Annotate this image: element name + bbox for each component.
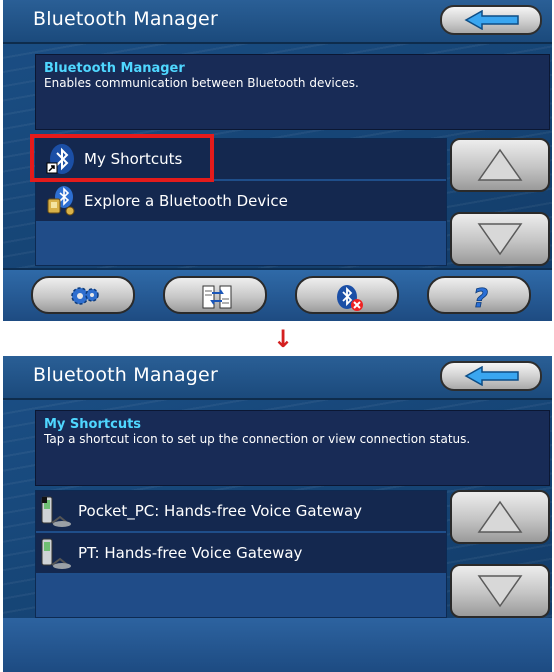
back-button[interactable] [440,361,542,391]
window-title: Bluetooth Manager [33,8,218,30]
description-heading: Bluetooth Manager [44,61,185,76]
window-title: Bluetooth Manager [33,364,218,386]
bluetooth-manager-screen: Bluetooth Manager Bluetooth Manager Enab… [3,0,552,321]
title-bar: Bluetooth Manager [3,0,552,44]
transition-arrow: ↓ [273,325,294,353]
explore-device-icon [46,185,76,221]
bluetooth-off-button[interactable] [295,276,399,314]
transfer-icon [202,285,232,309]
bluetooth-shortcut-icon [46,143,76,179]
bottom-toolbar: ? [3,268,552,321]
shortcut-label: PT: Hands-free Voice Gateway [78,544,303,562]
shortcut-list: Pocket_PC: Hands-free Voice Gateway PT: … [35,490,447,618]
pda-connection-icon [40,495,74,533]
bottom-toolbar [3,618,552,672]
scroll-down-button[interactable] [450,564,550,618]
list-item-explore-device[interactable]: Explore a Bluetooth Device [36,181,446,223]
shortcut-item-pocket-pc[interactable]: Pocket_PC: Hands-free Voice Gateway [36,491,446,533]
back-arrow-icon [464,10,519,30]
shortcut-item-pt[interactable]: PT: Hands-free Voice Gateway [36,533,446,575]
phone-connection-icon [40,537,74,575]
back-arrow-icon [464,366,519,386]
description-panel: Bluetooth Manager Enables communication … [35,54,550,130]
triangle-down-icon [477,223,523,256]
list-item-label: Explore a Bluetooth Device [84,192,288,210]
transfer-button[interactable] [163,276,267,314]
triangle-up-icon [477,500,523,533]
scroll-up-button[interactable] [450,138,550,192]
settings-button[interactable] [31,276,135,314]
triangle-up-icon [477,148,523,181]
triangle-down-icon [477,575,523,608]
description-text: Tap a shortcut icon to set up the connec… [44,432,471,446]
scroll-down-button[interactable] [450,212,550,266]
help-icon: ? [473,284,489,310]
list-item-label: My Shortcuts [84,150,183,168]
bluetooth-off-icon [337,285,363,311]
list-item-my-shortcuts[interactable]: My Shortcuts [36,139,446,181]
description-panel: My Shortcuts Tap a shortcut icon to set … [35,410,550,486]
item-list: My Shortcuts Explore a Bluetooth Device [35,138,447,266]
svg-text:?: ? [473,284,488,310]
shortcut-label: Pocket_PC: Hands-free Voice Gateway [78,502,363,520]
scroll-up-button[interactable] [450,490,550,544]
settings-gear-icon [71,287,99,305]
title-bar: Bluetooth Manager [3,356,552,400]
description-heading: My Shortcuts [44,417,142,432]
my-shortcuts-screen: Bluetooth Manager My Shortcuts Tap a sho… [3,356,552,672]
back-button[interactable] [440,5,542,35]
help-button[interactable]: ? [427,276,531,314]
description-text: Enables communication between Bluetooth … [44,76,359,90]
